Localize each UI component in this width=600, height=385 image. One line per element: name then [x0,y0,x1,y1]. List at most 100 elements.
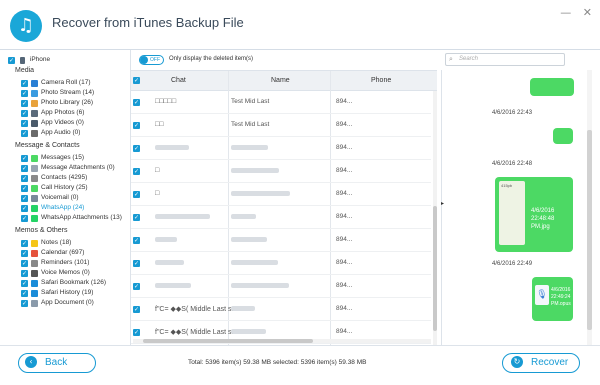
sidebar-item[interactable]: ✓ App Photos (6) [21,108,84,118]
row-checkbox[interactable]: ✓ [133,191,140,198]
table-row[interactable]: ✓ 894... [131,206,431,229]
item-checkbox[interactable]: ✓ [21,289,28,297]
safari-history-icon [31,289,38,297]
item-checkbox[interactable]: ✓ [21,99,28,107]
sidebar-item[interactable]: ✓ Message Attachments (0) [21,163,115,173]
item-checkbox[interactable]: ✓ [21,259,28,267]
recover-icon: ↻ [511,356,523,369]
row-checkbox[interactable]: ✓ [133,237,140,244]
sidebar-item[interactable]: ✓ Voice Memos (0) [21,268,90,278]
sidebar-item[interactable]: ✓ Contacts (4295) [21,173,87,183]
sidebar-item[interactable]: ✓ App Videos (0) [21,118,84,128]
redacted-value [231,167,279,173]
row-checkbox[interactable]: ✓ [133,214,140,221]
cell-chat [155,213,210,220]
table-row[interactable]: ✓ □ 894... [131,183,431,206]
sidebar-item[interactable]: ✓ WhatsApp Attachments (13) [21,213,122,223]
sidebar-item[interactable]: ✓ App Audio (0) [21,128,80,138]
row-checkbox[interactable]: ✓ [133,283,140,290]
item-checkbox[interactable]: ✓ [21,204,28,212]
table-row[interactable]: ✓ 894... [131,252,431,275]
sidebar-item[interactable]: ✓ Notes (18) [21,238,71,248]
row-checkbox[interactable]: ✓ [133,122,140,129]
whatsapp-attachments-icon [31,214,38,222]
item-checkbox[interactable]: ✓ [21,154,28,162]
cell-phone: 894... [336,98,353,105]
sidebar-item[interactable]: ✓ Safari Bookmark (126) [21,278,106,288]
table-row[interactable]: ✓ f"C= ◆◆S( Middle Last s1... 894... [131,298,431,321]
minimize-button[interactable]: — [560,6,571,19]
microphone-icon: 🎙 [535,285,549,305]
table-row[interactable]: ✓ f"C= ◆◆S( Middle Last s1... 894... [131,321,431,344]
item-checkbox[interactable]: ✓ [21,194,28,202]
scroll-thumb[interactable] [433,206,437,331]
sidebar-item[interactable]: ✓ WhatsApp (24) [21,203,84,213]
table-row[interactable]: ✓ □ 894... [131,160,431,183]
deleted-only-toggle[interactable]: OFF [139,55,164,65]
item-checkbox[interactable]: ✓ [21,119,28,127]
item-checkbox[interactable]: ✓ [21,129,28,137]
item-checkbox[interactable]: ✓ [21,164,28,172]
scroll-thumb[interactable] [587,130,592,330]
sidebar-item-label: WhatsApp (24) [41,204,85,211]
image-attachment-bubble[interactable]: 415pb 4/6/2016 22:48:48 PM.jpg [495,177,573,252]
preview-scrollbar[interactable] [587,70,592,345]
recover-button[interactable]: ↻ Recover [502,353,580,373]
attachment-info: 4/6/2016 22:49:24 PM.opus [551,287,571,308]
cell-phone: 894... [336,236,353,243]
search-input[interactable]: Search [459,56,478,62]
sidebar-item[interactable]: ✓ Reminders (101) [21,258,89,268]
select-all-checkbox[interactable]: ✓ [133,77,140,84]
row-checkbox[interactable]: ✓ [133,99,140,106]
item-checkbox[interactable]: ✓ [21,249,28,257]
column-header-chat[interactable]: Chat [171,77,186,84]
notes-icon [31,239,38,247]
item-checkbox[interactable]: ✓ [21,109,28,117]
table-row[interactable]: ✓ □□□□□ Test Mid Last 894... [131,91,431,114]
section-heading: Media [15,67,35,74]
device-checkbox[interactable]: ✓ [8,56,15,64]
device-row[interactable]: ✓ iPhone [8,55,50,65]
item-checkbox[interactable]: ✓ [21,174,28,182]
item-checkbox[interactable]: ✓ [21,214,28,222]
row-checkbox[interactable]: ✓ [133,329,140,336]
sidebar-item[interactable]: ✓ Safari History (19) [21,288,93,298]
row-checkbox[interactable]: ✓ [133,306,140,313]
item-checkbox[interactable]: ✓ [21,269,28,277]
column-header-phone[interactable]: Phone [371,77,391,84]
sidebar-item[interactable]: ✓ Photo Library (26) [21,98,93,108]
table-row[interactable]: ✓ 894... [131,275,431,298]
row-checkbox[interactable]: ✓ [133,145,140,152]
table-row[interactable]: ✓ 894... [131,137,431,160]
table-row[interactable]: ✓ □□ Test Mid Last 894... [131,114,431,137]
sidebar-item[interactable]: ✓ Voicemail (0) [21,193,79,203]
cell-chat: □ [155,167,160,174]
photo-stream-icon [31,89,38,97]
item-checkbox[interactable]: ✓ [21,239,28,247]
sidebar-item[interactable]: ✓ Calendar (697) [21,248,84,258]
audio-attachment-bubble[interactable]: 🎙 4/6/2016 22:49:24 PM.opus [532,277,573,321]
item-checkbox[interactable]: ✓ [21,279,28,287]
row-checkbox[interactable]: ✓ [133,260,140,267]
sidebar-item[interactable]: ✓ Photo Stream (14) [21,88,94,98]
row-checkbox[interactable]: ✓ [133,168,140,175]
item-checkbox[interactable]: ✓ [21,184,28,192]
item-checkbox[interactable]: ✓ [21,79,28,87]
back-button[interactable]: ‹ Back [18,353,96,373]
sidebar-item[interactable]: ✓ Call History (25) [21,183,88,193]
item-checkbox[interactable]: ✓ [21,299,28,307]
sidebar-item[interactable]: ✓ App Document (0) [21,298,94,308]
column-header-name[interactable]: Name [271,77,290,84]
sidebar-item-label: App Audio (0) [41,129,81,136]
whatsapp-table: ✓ Chat Name Phone ✓ □□□□□ Test Mid Last 894… [131,70,437,346]
close-button[interactable]: ✕ [583,6,592,19]
message-timestamp: 4/6/2016 22:43 [492,110,533,116]
table-vertical-scrollbar[interactable] [433,91,437,346]
collapse-arrow-icon[interactable]: ▸ [441,200,444,207]
sidebar-item[interactable]: ✓ Camera Roll (17) [21,78,91,88]
sidebar-item[interactable]: ✓ Messages (15) [21,153,84,163]
table-row[interactable]: ✓ 894... [131,229,431,252]
item-checkbox[interactable]: ✓ [21,89,28,97]
search-box[interactable]: ⌕ Search [445,53,565,66]
cell-name [231,259,278,266]
